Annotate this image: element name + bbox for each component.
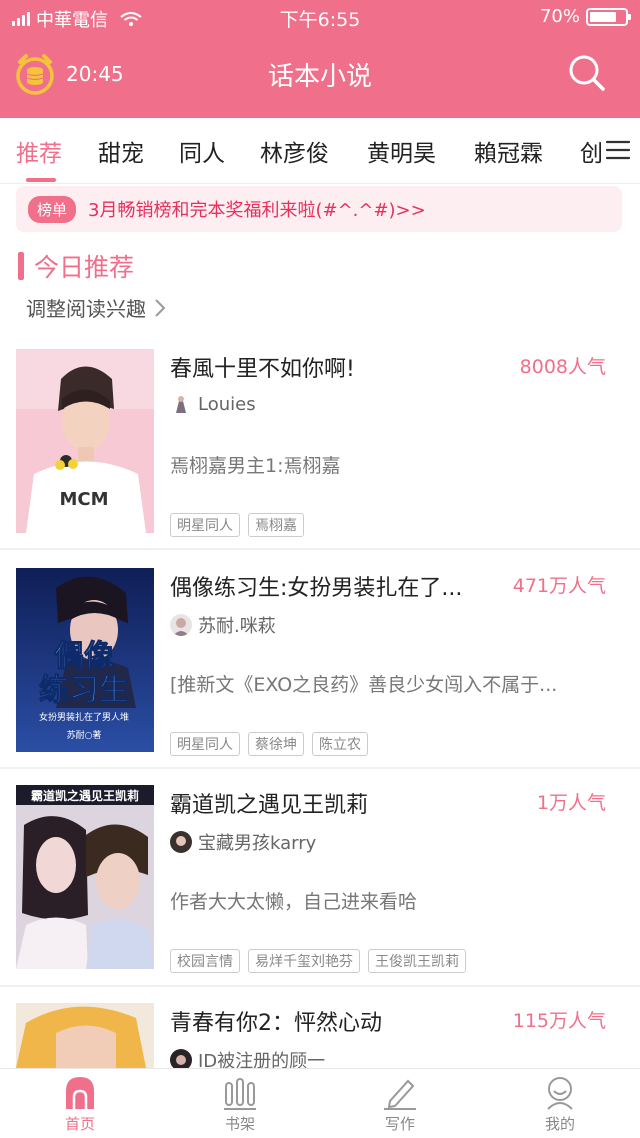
chevron-right-icon xyxy=(155,298,166,317)
book-cover xyxy=(16,1003,154,1068)
app-header-background: 中華電信 下午6:55 70% 20:45 话本小说 xyxy=(0,0,640,118)
app-header: 20:45 话本小说 xyxy=(0,34,640,118)
active-tab-indicator xyxy=(26,178,56,182)
ranking-badge: 榜单 xyxy=(28,195,77,223)
book-popularity: 115万人气 xyxy=(512,1010,606,1032)
cover-title-line2: 练习生 xyxy=(39,673,129,708)
book-tag[interactable]: 蔡徐坤 xyxy=(248,732,304,756)
pencil-icon xyxy=(384,1079,416,1110)
battery-percent: 70% xyxy=(539,6,580,27)
book-popularity: 1万人气 xyxy=(536,792,606,814)
book-tag[interactable]: 明星同人 xyxy=(170,732,240,756)
divider xyxy=(0,985,640,987)
book-title: 春風十里不如你啊! xyxy=(170,357,355,382)
nav-write[interactable]: 写作 xyxy=(360,1075,440,1134)
section-header: 今日推荐 xyxy=(18,248,134,284)
notice-text: 3月畅销榜和完本奖福利来啦(#^.^#)>> xyxy=(88,200,426,221)
nav-write-label: 写作 xyxy=(384,1115,415,1133)
divider xyxy=(0,767,640,769)
tab-fanfic[interactable]: 同人 xyxy=(179,134,225,168)
tab-lai-guanlin[interactable]: 賴冠霖 xyxy=(474,134,543,168)
book-tags: 明星同人 焉栩嘉 xyxy=(170,513,304,537)
book-tag[interactable]: 王俊凯王凯莉 xyxy=(368,949,466,973)
tab-recommend[interactable]: 推荐 xyxy=(16,134,62,168)
book-tag[interactable]: 明星同人 xyxy=(170,513,240,537)
book-popularity: 8008人气 xyxy=(519,356,606,378)
author-avatar xyxy=(170,614,192,636)
tab-lin-yanjun[interactable]: 林彦俊 xyxy=(260,134,329,168)
tab-huang-minghao[interactable]: 黄明昊 xyxy=(367,134,436,168)
app-title: 话本小说 xyxy=(267,62,372,92)
book-cover: 霸道凯之遇见王凯莉 xyxy=(16,785,154,969)
section-title: 今日推荐 xyxy=(34,253,135,282)
author-name: Louies xyxy=(198,393,256,415)
bottom-navigation: 首页 书架 写作 我的 xyxy=(0,1068,640,1138)
author-avatar xyxy=(170,831,192,853)
book-popularity: 471万人气 xyxy=(512,575,606,597)
battery-icon xyxy=(586,7,631,26)
book-author[interactable]: 宝藏男孩karry xyxy=(170,829,316,855)
book-tag[interactable]: 焉栩嘉 xyxy=(248,513,304,537)
book-title: 青春有你2：怦然心动 xyxy=(170,1011,382,1036)
book-tag[interactable]: 陈立农 xyxy=(312,732,368,756)
author-avatar xyxy=(170,393,192,415)
cover-title-line1: 偶像 xyxy=(54,639,114,674)
nav-me[interactable]: 我的 xyxy=(520,1075,600,1134)
book-description: 焉栩嘉男主1:焉栩嘉 xyxy=(170,455,341,477)
nav-bookshelf[interactable]: 书架 xyxy=(200,1075,280,1134)
section-accent-bar xyxy=(18,252,24,280)
book-tags: 明星同人 蔡徐坤 陈立农 xyxy=(170,732,368,756)
cover-author: 苏耐○著 xyxy=(67,729,102,741)
book-tag[interactable]: 校园言情 xyxy=(170,949,240,973)
cover-shirt-text: MCM xyxy=(59,489,108,510)
nav-home-label: 首页 xyxy=(64,1115,95,1133)
divider xyxy=(0,548,640,550)
status-bar: 中華電信 下午6:55 70% xyxy=(0,0,640,34)
menu-icon[interactable] xyxy=(604,138,632,162)
book-description: 作者大大太懒，自己进来看哈 xyxy=(170,891,418,913)
tab-sweet[interactable]: 甜宠 xyxy=(98,134,144,168)
author-name: 宝藏男孩karry xyxy=(198,833,317,854)
nav-me-label: 我的 xyxy=(544,1115,575,1133)
book-title: 偶像练习生:女扮男装扎在了... xyxy=(170,576,463,601)
nav-bookshelf-label: 书架 xyxy=(224,1115,255,1133)
home-icon xyxy=(66,1077,94,1109)
author-name: 苏耐.咪萩 xyxy=(198,616,276,637)
book-description: [推新文《EXO之良药》善良少女闯入不属于... xyxy=(170,674,558,696)
book-author[interactable]: Louies xyxy=(170,393,256,415)
cover-banner-text: 霸道凯之遇见王凯莉 xyxy=(31,788,139,803)
tab-more-partial[interactable]: 创 xyxy=(580,134,603,168)
bookshelf-icon xyxy=(224,1078,256,1110)
book-tags: 校园言情 易烊千玺刘艳芬 王俊凯王凯莉 xyxy=(170,949,466,973)
category-tabs: 推荐 甜宠 同人 林彦俊 黄明昊 賴冠霖 创 xyxy=(0,118,640,184)
book-tag[interactable]: 易烊千玺刘艳芬 xyxy=(248,949,360,973)
book-author[interactable]: 苏耐.咪萩 xyxy=(170,612,276,638)
battery-info: 70% xyxy=(539,6,631,27)
nav-home[interactable]: 首页 xyxy=(40,1075,120,1134)
cover-subtitle: 女扮男装扎在了男人堆 xyxy=(39,711,129,723)
search-icon[interactable] xyxy=(568,54,606,92)
book-cover: MCM xyxy=(16,349,154,533)
ranking-notice-banner[interactable]: 榜单 3月畅销榜和完本奖福利来啦(#^.^#)>> xyxy=(16,186,622,232)
profile-icon xyxy=(547,1077,573,1110)
adjust-interests-label: 调整阅读兴趣 xyxy=(26,297,146,321)
book-cover: 偶像 练习生 女扮男装扎在了男人堆 苏耐○著 xyxy=(16,568,154,752)
book-title: 霸道凯之遇见王凯莉 xyxy=(170,793,369,818)
adjust-interests-link[interactable]: 调整阅读兴趣 xyxy=(26,293,166,322)
